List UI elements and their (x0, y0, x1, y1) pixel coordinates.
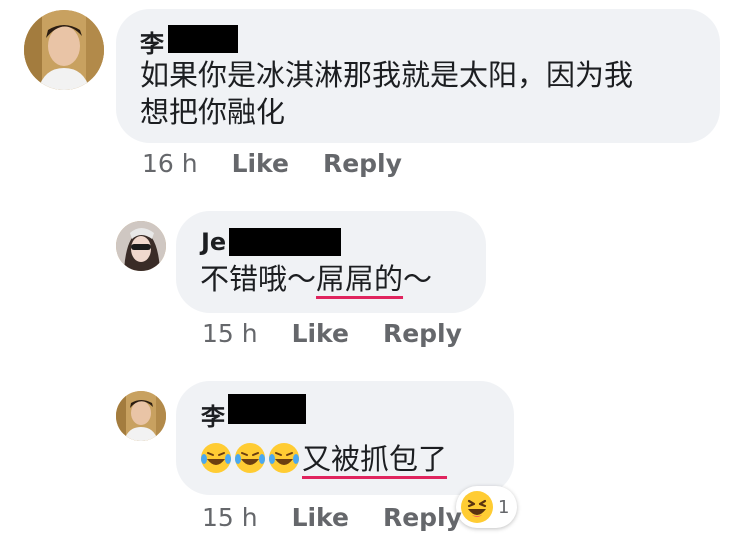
comment-meta: 15 h Like Reply (202, 319, 462, 348)
comment-author[interactable]: 李 (140, 24, 164, 59)
comment-meta: 16 h Like Reply (142, 149, 402, 178)
comment-text-plain: 不错哦～ (200, 262, 317, 296)
comment-time[interactable]: 16 h (142, 149, 198, 178)
like-button[interactable]: Like (292, 503, 349, 532)
comment-text-underlined: 又被抓包了 (302, 442, 448, 476)
avatar[interactable] (116, 391, 166, 441)
reply-button[interactable]: Reply (383, 503, 462, 532)
comment-text-line-1: 如果你是冰淇淋那我就是太阳，因为我 (140, 58, 634, 92)
comment-text-tail: ～ (403, 262, 433, 296)
redaction-bar (229, 228, 341, 256)
comment-text-underlined: 屌屌的 (316, 262, 404, 296)
reaction-count: 1 (498, 496, 510, 518)
reply-button[interactable]: Reply (383, 319, 462, 348)
avatar[interactable] (24, 10, 104, 90)
comment-author[interactable]: Je (201, 228, 226, 256)
comment-text: 不错哦～屌屌的～ (200, 260, 432, 299)
laughing-tears-emoji-icon (234, 442, 266, 474)
comment-author[interactable]: 李 (201, 397, 225, 432)
comment-text: 又被抓包了 (200, 440, 447, 479)
comment-meta: 15 h Like Reply (202, 503, 462, 532)
reaction-summary[interactable]: 1 (456, 486, 518, 528)
redaction-bar (228, 394, 306, 424)
laughing-tears-emoji-icon (268, 442, 300, 474)
comment-text-line-2: 想把你融化 (140, 95, 286, 129)
redaction-bar (168, 25, 238, 53)
avatar[interactable] (116, 221, 166, 271)
reply-button[interactable]: Reply (323, 149, 402, 178)
comment-time[interactable]: 15 h (202, 503, 258, 532)
like-button[interactable]: Like (232, 149, 289, 178)
haha-reaction-icon (460, 490, 494, 524)
laughing-tears-emoji-icon (200, 442, 232, 474)
like-button[interactable]: Like (292, 319, 349, 348)
comment-time[interactable]: 15 h (202, 319, 258, 348)
